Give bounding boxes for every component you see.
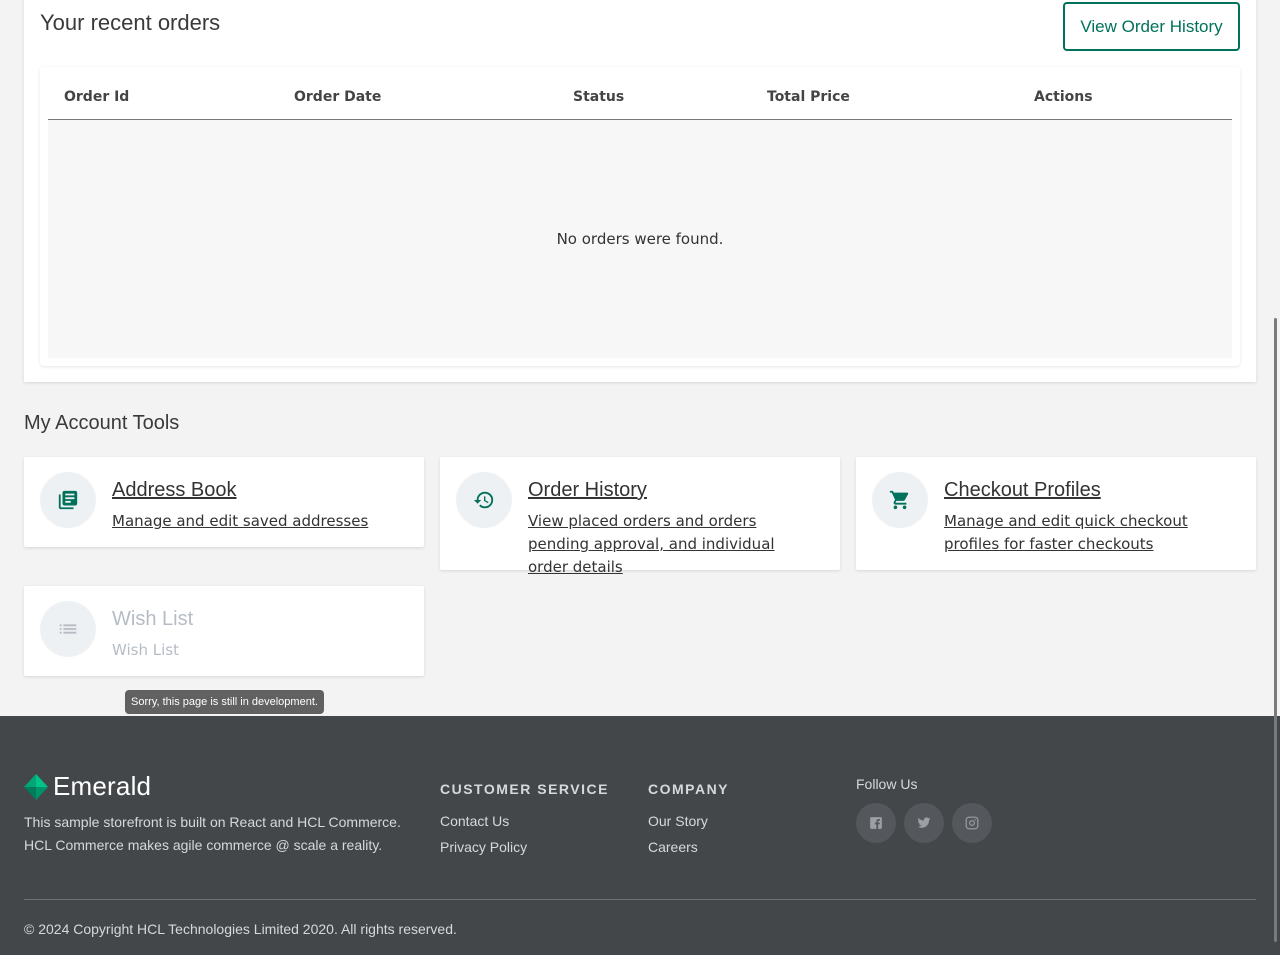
instagram-icon[interactable]	[952, 803, 992, 843]
orders-table-header: Order Id Order Date Status Total Price A…	[48, 67, 1232, 120]
privacy-policy-link[interactable]: Privacy Policy	[440, 839, 527, 855]
account-tools-title: My Account Tools	[24, 412, 180, 434]
checkout-profiles-description[interactable]: Manage and edit quick checkout profiles …	[944, 510, 1232, 556]
orders-table: Order Id Order Date Status Total Price A…	[40, 67, 1240, 366]
twitter-icon[interactable]	[904, 803, 944, 843]
company-title: COMPANY	[648, 781, 730, 797]
column-header-status[interactable]: Status	[573, 89, 624, 105]
wish-list-description: Wish List	[112, 641, 179, 659]
wish-list-link: Wish List	[112, 608, 194, 630]
column-header-total-price[interactable]: Total Price	[767, 89, 850, 105]
in-development-tooltip: Sorry, this page is still in development…	[125, 690, 324, 714]
address-book-link[interactable]: Address Book	[112, 479, 237, 502]
facebook-icon[interactable]	[856, 803, 896, 843]
our-story-link[interactable]: Our Story	[648, 813, 708, 829]
emerald-logo[interactable]: Emerald	[24, 771, 151, 802]
orders-table-body: No orders were found.	[48, 120, 1232, 358]
address-book-icon	[40, 472, 96, 528]
address-book-description[interactable]: Manage and edit saved addresses	[112, 510, 400, 533]
view-order-history-button[interactable]: View Order History	[1063, 2, 1240, 51]
contact-us-link[interactable]: Contact Us	[440, 813, 509, 829]
emerald-logo-icon	[24, 773, 48, 800]
list-icon	[40, 601, 96, 657]
wish-list-card: Wish List Wish List	[24, 586, 424, 676]
column-header-order-id[interactable]: Order Id	[64, 89, 129, 105]
page-scrollbar[interactable]	[1274, 318, 1277, 942]
checkout-profiles-link[interactable]: Checkout Profiles	[944, 479, 1101, 502]
recent-orders-card: Your recent orders View Order History Or…	[24, 0, 1256, 382]
footer-description: This sample storefront is built on React…	[24, 814, 401, 853]
checkout-profiles-card[interactable]: Checkout Profiles Manage and edit quick …	[856, 457, 1256, 570]
careers-link[interactable]: Careers	[648, 839, 698, 855]
shopping-cart-icon	[872, 472, 928, 528]
customer-service-title: CUSTOMER SERVICE	[440, 781, 609, 797]
address-book-card[interactable]: Address Book Manage and edit saved addre…	[24, 457, 424, 547]
order-history-card[interactable]: Order History View placed orders and ord…	[440, 457, 840, 576]
footer-divider	[24, 899, 1256, 900]
empty-orders-message: No orders were found.	[556, 230, 724, 248]
brand-name: Emerald	[53, 771, 152, 801]
column-header-actions: Actions	[1034, 89, 1093, 105]
order-history-description[interactable]: View placed orders and orders pending ap…	[528, 510, 816, 579]
site-footer: Emerald This sample storefront is built …	[0, 716, 1280, 955]
recent-orders-title: Your recent orders	[40, 10, 221, 35]
order-history-link[interactable]: Order History	[528, 479, 647, 502]
follow-us-title: Follow Us	[856, 776, 918, 792]
column-header-order-date[interactable]: Order Date	[294, 89, 381, 105]
copyright-text: © 2024 Copyright HCL Technologies Limite…	[24, 921, 457, 937]
history-icon	[456, 472, 512, 528]
